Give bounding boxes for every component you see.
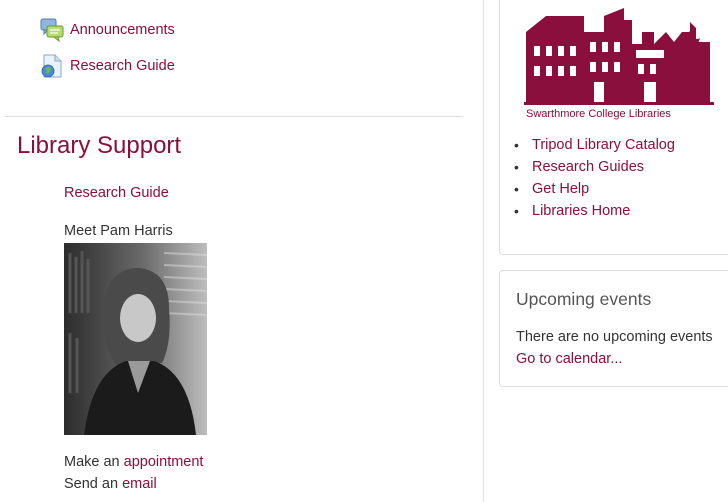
- bullet: •: [514, 159, 519, 175]
- email-link[interactable]: email: [122, 476, 157, 492]
- libraries-links: • Tripod Library Catalog • Research Guides…: [514, 134, 675, 222]
- main-column: Announcements Research Guide Library Sup…: [0, 0, 484, 502]
- get-help-link[interactable]: Get Help: [532, 181, 589, 197]
- librarian-photo: [64, 243, 207, 435]
- meet-librarian-text: Meet Pam Harris: [64, 223, 173, 239]
- upcoming-events-block: Upcoming events There are no upcoming ev…: [499, 270, 728, 387]
- appointment-line: Make an appointment: [64, 454, 203, 470]
- make-an-text: Make an: [64, 454, 120, 470]
- bullet: •: [514, 203, 519, 219]
- no-events-text: There are no upcoming events: [516, 329, 713, 345]
- logo-caption: Swarthmore College Libraries: [526, 108, 671, 120]
- list-item: • Tripod Library Catalog: [514, 134, 675, 156]
- activity-research-guide[interactable]: Research Guide: [40, 54, 175, 78]
- section-divider: [5, 116, 463, 117]
- url-resource-icon: [41, 54, 62, 78]
- list-item: • Research Guides: [514, 156, 675, 178]
- activity-announcements[interactable]: Announcements: [40, 18, 175, 42]
- research-guides-link[interactable]: Research Guides: [532, 159, 644, 175]
- research-guide-link[interactable]: Research Guide: [64, 185, 169, 201]
- activity-label[interactable]: Announcements: [70, 22, 175, 38]
- appointment-link[interactable]: appointment: [124, 454, 204, 470]
- section-title: Library Support: [17, 132, 182, 159]
- list-item: • Get Help: [514, 178, 675, 200]
- bullet: •: [514, 137, 519, 153]
- libraries-home-link[interactable]: Libraries Home: [532, 203, 630, 219]
- swarthmore-libraries-logo[interactable]: Swarthmore College Libraries: [524, 2, 714, 120]
- email-line: Send an email: [64, 476, 157, 492]
- send-an-text: Send an: [64, 476, 119, 492]
- upcoming-events-title: Upcoming events: [516, 289, 652, 309]
- activity-label[interactable]: Research Guide: [70, 58, 175, 74]
- forum-icon: [40, 18, 64, 42]
- bullet: •: [514, 181, 519, 197]
- list-item: • Libraries Home: [514, 200, 675, 222]
- libraries-block: Swarthmore College Libraries • Tripod Lib…: [499, 0, 728, 255]
- go-to-calendar-link[interactable]: Go to calendar...: [516, 351, 622, 367]
- tripod-catalog-link[interactable]: Tripod Library Catalog: [532, 137, 675, 153]
